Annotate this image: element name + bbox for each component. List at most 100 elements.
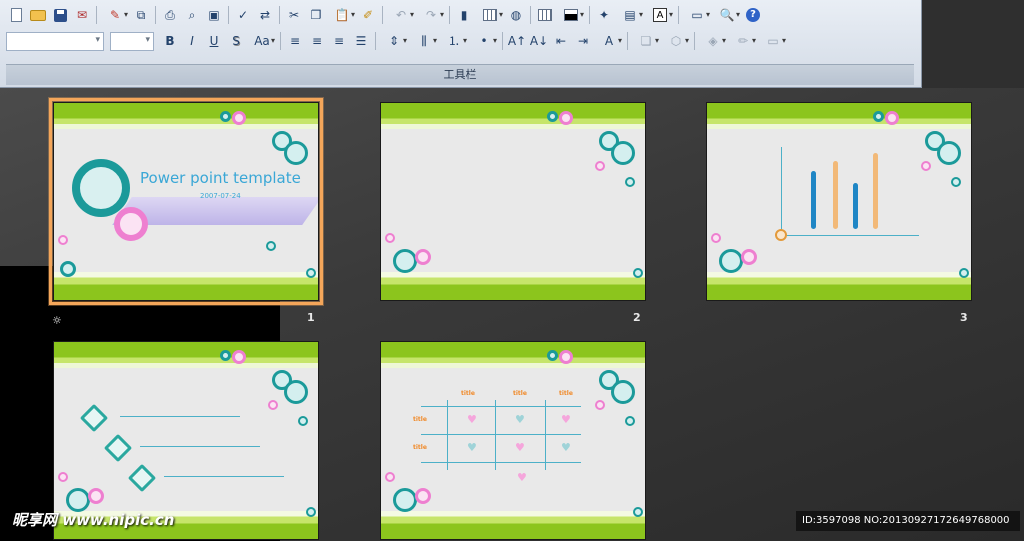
- bullet-diamond: [79, 403, 109, 433]
- increase-indent-icon: ⇥: [577, 34, 589, 48]
- email-button[interactable]: ✎: [101, 5, 129, 25]
- spelling-icon: ✓: [237, 8, 249, 22]
- align-right-icon: ≡: [333, 34, 345, 48]
- change-case-label: Aa: [254, 34, 270, 48]
- research-button[interactable]: ▣: [204, 5, 224, 25]
- spelling-button[interactable]: ✓: [233, 5, 253, 25]
- new-icon: [10, 8, 22, 22]
- help-button[interactable]: ?: [743, 5, 763, 25]
- table-line: [421, 462, 581, 463]
- print-icon: ⎙: [165, 8, 175, 22]
- decor-ring: [741, 249, 757, 265]
- color-grayscale-button[interactable]: [557, 5, 585, 25]
- pencil-icon: ✏: [737, 34, 749, 48]
- autoshape-button[interactable]: ⬡: [662, 31, 690, 51]
- slide-header-band: [381, 342, 645, 368]
- permission-button[interactable]: ✉: [72, 5, 92, 25]
- copy-button[interactable]: ❐: [306, 5, 326, 25]
- separator: [627, 32, 628, 50]
- decor-ring: [611, 141, 635, 165]
- slide-thumbnail-3[interactable]: [706, 102, 972, 301]
- paste-icon: 📋: [334, 8, 350, 22]
- underline-button[interactable]: U: [204, 31, 224, 51]
- font-name-select[interactable]: [6, 31, 104, 51]
- slide-thumbnail-5[interactable]: title title title title title ♥ ♥ ♥ ♥ ♥ …: [380, 341, 646, 540]
- bullets-button[interactable]: •: [470, 31, 498, 51]
- fill-color-button[interactable]: ◈: [699, 31, 727, 51]
- justify-button[interactable]: ☰: [351, 31, 371, 51]
- separator: [589, 6, 590, 24]
- align-center-button[interactable]: ≡: [307, 31, 327, 51]
- slide-thumbnail-2[interactable]: [380, 102, 646, 301]
- insert-chart-button[interactable]: ▮: [454, 5, 474, 25]
- slide-design-button[interactable]: ▤: [616, 5, 644, 25]
- slide-date: 2007-07-24: [200, 192, 241, 200]
- align-right-button[interactable]: ≡: [329, 31, 349, 51]
- vertical-align-button[interactable]: ⇕: [380, 31, 408, 51]
- font-color-button[interactable]: A: [595, 31, 623, 51]
- numbering-button[interactable]: ⒈: [440, 31, 468, 51]
- undo-button[interactable]: ↶: [387, 5, 415, 25]
- separator: [502, 32, 503, 50]
- image-id-label: ID:3597098 NO:20130927172649768000: [796, 511, 1020, 531]
- redo-button[interactable]: ↷: [417, 5, 445, 25]
- arrange-icon: ❏: [640, 34, 652, 48]
- decor-ring: [559, 350, 573, 364]
- hyperlink-button[interactable]: ◍: [506, 5, 526, 25]
- chart-y-axis: [781, 147, 782, 235]
- increase-indent-button[interactable]: ⇥: [573, 31, 593, 51]
- shrink-font-button[interactable]: A↓: [529, 31, 549, 51]
- decor-ring: [88, 488, 104, 504]
- shadow-style-icon: ▭: [767, 34, 779, 48]
- attach-icon: ⧉: [136, 8, 146, 22]
- grid-button[interactable]: [535, 5, 555, 25]
- grow-font-button[interactable]: A↑: [507, 31, 527, 51]
- separator: [449, 6, 450, 24]
- separator: [382, 6, 383, 24]
- decor-dot: [951, 177, 961, 187]
- new-slide-button[interactable]: ✦: [594, 5, 614, 25]
- decor-dot: [306, 507, 316, 517]
- font-size-select[interactable]: [110, 31, 154, 51]
- open-button[interactable]: [28, 5, 48, 25]
- decor-ring: [415, 249, 431, 265]
- print-button[interactable]: ⎙: [160, 5, 180, 25]
- print-preview-button[interactable]: ⌕: [182, 5, 202, 25]
- shadow-button[interactable]: S: [226, 31, 246, 51]
- slide-sorter: Power point template 2007-07-24 ☼ 1 2 3 …: [0, 88, 1024, 541]
- decor-dot: [921, 161, 931, 171]
- slide-header-band: [54, 342, 318, 368]
- change-case-button[interactable]: Aa: [248, 31, 276, 51]
- decor-ring: [547, 350, 558, 361]
- zoom-button[interactable]: 🔍: [713, 5, 741, 25]
- chart-bar: [833, 161, 838, 229]
- align-left-button[interactable]: ≡: [285, 31, 305, 51]
- attach-button[interactable]: ⧉: [131, 5, 151, 25]
- translate-button[interactable]: ⇄: [255, 5, 275, 25]
- table-title: title: [413, 416, 427, 423]
- table-title: title: [413, 444, 427, 451]
- decor-ring: [220, 111, 231, 122]
- shrink-font-icon: A↓: [529, 34, 549, 48]
- slide-thumbnail-1[interactable]: Power point template 2007-07-24: [49, 98, 323, 305]
- decor-ring: [284, 380, 308, 404]
- columns-button[interactable]: ⫼: [410, 31, 438, 51]
- italic-button[interactable]: I: [182, 31, 202, 51]
- logo-ring-large: [72, 159, 130, 217]
- shadow-style-button[interactable]: ▭: [759, 31, 787, 51]
- text-box-button[interactable]: A: [646, 5, 674, 25]
- zoom-icon: 🔍: [719, 8, 735, 22]
- paste-button[interactable]: 📋: [328, 5, 356, 25]
- save-button[interactable]: [50, 5, 70, 25]
- cut-button[interactable]: ✂: [284, 5, 304, 25]
- decor-ring: [885, 111, 899, 125]
- format-painter-button[interactable]: ✐: [358, 5, 378, 25]
- bold-button[interactable]: B: [160, 31, 180, 51]
- rectangle-button[interactable]: ▭: [683, 5, 711, 25]
- insert-table-button[interactable]: [476, 5, 504, 25]
- slide-title: Power point template: [140, 169, 301, 187]
- arrange-button[interactable]: ❏: [632, 31, 660, 51]
- decrease-indent-button[interactable]: ⇤: [551, 31, 571, 51]
- new-button[interactable]: [6, 5, 26, 25]
- line-color-button[interactable]: ✏: [729, 31, 757, 51]
